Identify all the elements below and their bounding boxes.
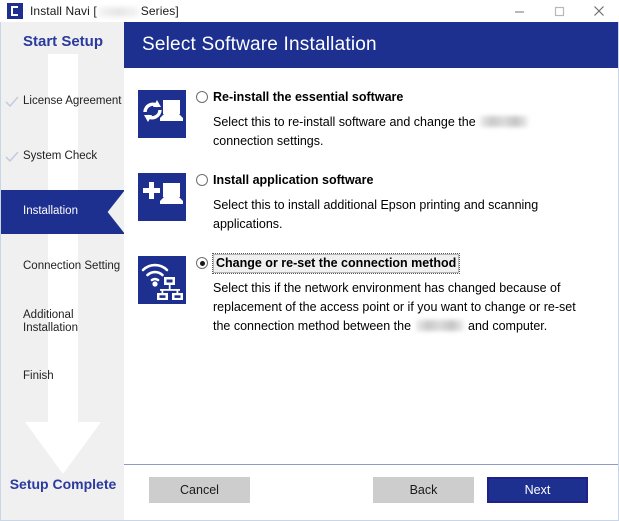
back-button[interactable]: Back (373, 477, 474, 503)
option-title: Change or re-set the connection method (211, 252, 461, 274)
next-button[interactable]: Next (487, 477, 588, 503)
check-icon (5, 150, 19, 162)
setup-steps-sidebar: Start Setup License Agreement System Che… (0, 22, 124, 521)
option-body: Install application software Select this… (196, 165, 604, 234)
sidebar-footer-label: Setup Complete (9, 476, 117, 492)
sidebar-item-label: System Check (23, 150, 98, 162)
option-body: Re-install the essential software Select… (196, 82, 604, 151)
page-title: Select Software Installation (142, 34, 377, 55)
sidebar-item-label: Additional Installation (23, 308, 78, 334)
sidebar-item-system-check[interactable]: System Check (1, 129, 124, 184)
radio-change-connection-method[interactable] (196, 257, 208, 269)
sidebar-step-list: License Agreement System Check Installat… (1, 74, 124, 404)
option-reinstall-essential-software[interactable]: Re-install the essential software Select… (124, 82, 618, 151)
option-header: Install application software (196, 171, 604, 189)
sidebar-item-connection-setting[interactable]: Connection Setting (1, 239, 124, 294)
installation-options-group: Re-install the essential software Select… (124, 82, 618, 350)
option-description-redaction (415, 320, 464, 331)
window-controls (499, 0, 619, 22)
reinstall-software-icon (138, 90, 186, 138)
option-description-redaction (480, 116, 529, 127)
option-title: Install application software (213, 172, 374, 187)
option-title: Re-install the essential software (213, 89, 404, 104)
wireless-network-icon (138, 256, 186, 304)
add-application-icon (138, 173, 186, 221)
option-description-before: Select this to re-install software and c… (213, 115, 480, 129)
option-description: Select this to install additional Epson … (213, 198, 539, 231)
main-panel: Select Software Installation Re-install … (124, 22, 619, 521)
option-description: Select this if the network environment h… (196, 279, 588, 336)
sidebar-title: Start Setup (22, 33, 103, 50)
radio-install-application-software[interactable] (196, 174, 208, 186)
install-navi-window: Install Navi [Series] Start Setup Licens… (0, 0, 619, 521)
app-logo-icon (7, 3, 23, 19)
radio-reinstall-essential-software[interactable] (196, 91, 208, 103)
option-header: Re-install the essential software (196, 88, 604, 106)
window-title-prefix: Install Navi [ (30, 4, 97, 18)
sidebar-item-label: Connection Setting (23, 260, 121, 272)
cancel-button[interactable]: Cancel (149, 477, 250, 503)
sidebar-item-label: Finish (23, 370, 54, 382)
footer-button-bar: Cancel Back Next (124, 465, 618, 520)
sidebar-item-installation[interactable]: Installation (1, 184, 124, 239)
window-title: Install Navi [ Series] (30, 4, 179, 18)
option-body: Change or re-set the connection method S… (196, 248, 604, 336)
option-change-connection-method[interactable]: Change or re-set the connection method S… (124, 248, 618, 336)
option-description-after: connection settings. (213, 134, 324, 148)
maximize-icon[interactable] (539, 0, 579, 22)
window-title-redaction (98, 6, 139, 17)
window-title-suffix: Series] (140, 4, 179, 18)
page-header: Select Software Installation (124, 22, 618, 68)
option-description-after: and computer. (464, 319, 548, 333)
sidebar-item-license-agreement[interactable]: License Agreement (1, 74, 124, 129)
minimize-icon[interactable] (499, 0, 539, 22)
sidebar-item-label: License Agreement (23, 95, 122, 107)
sidebar-item-additional-installation[interactable]: Additional Installation (1, 294, 124, 349)
close-icon[interactable] (579, 0, 619, 22)
option-install-application-software[interactable]: Install application software Select this… (124, 165, 618, 234)
sidebar-item-label: Installation (23, 205, 78, 217)
option-description: Select this to re-install software and c… (196, 113, 588, 151)
option-header: Change or re-set the connection method (196, 252, 604, 274)
sidebar-item-finish[interactable]: Finish (1, 349, 124, 404)
check-icon (5, 95, 19, 107)
title-bar: Install Navi [ Series] (0, 0, 619, 23)
